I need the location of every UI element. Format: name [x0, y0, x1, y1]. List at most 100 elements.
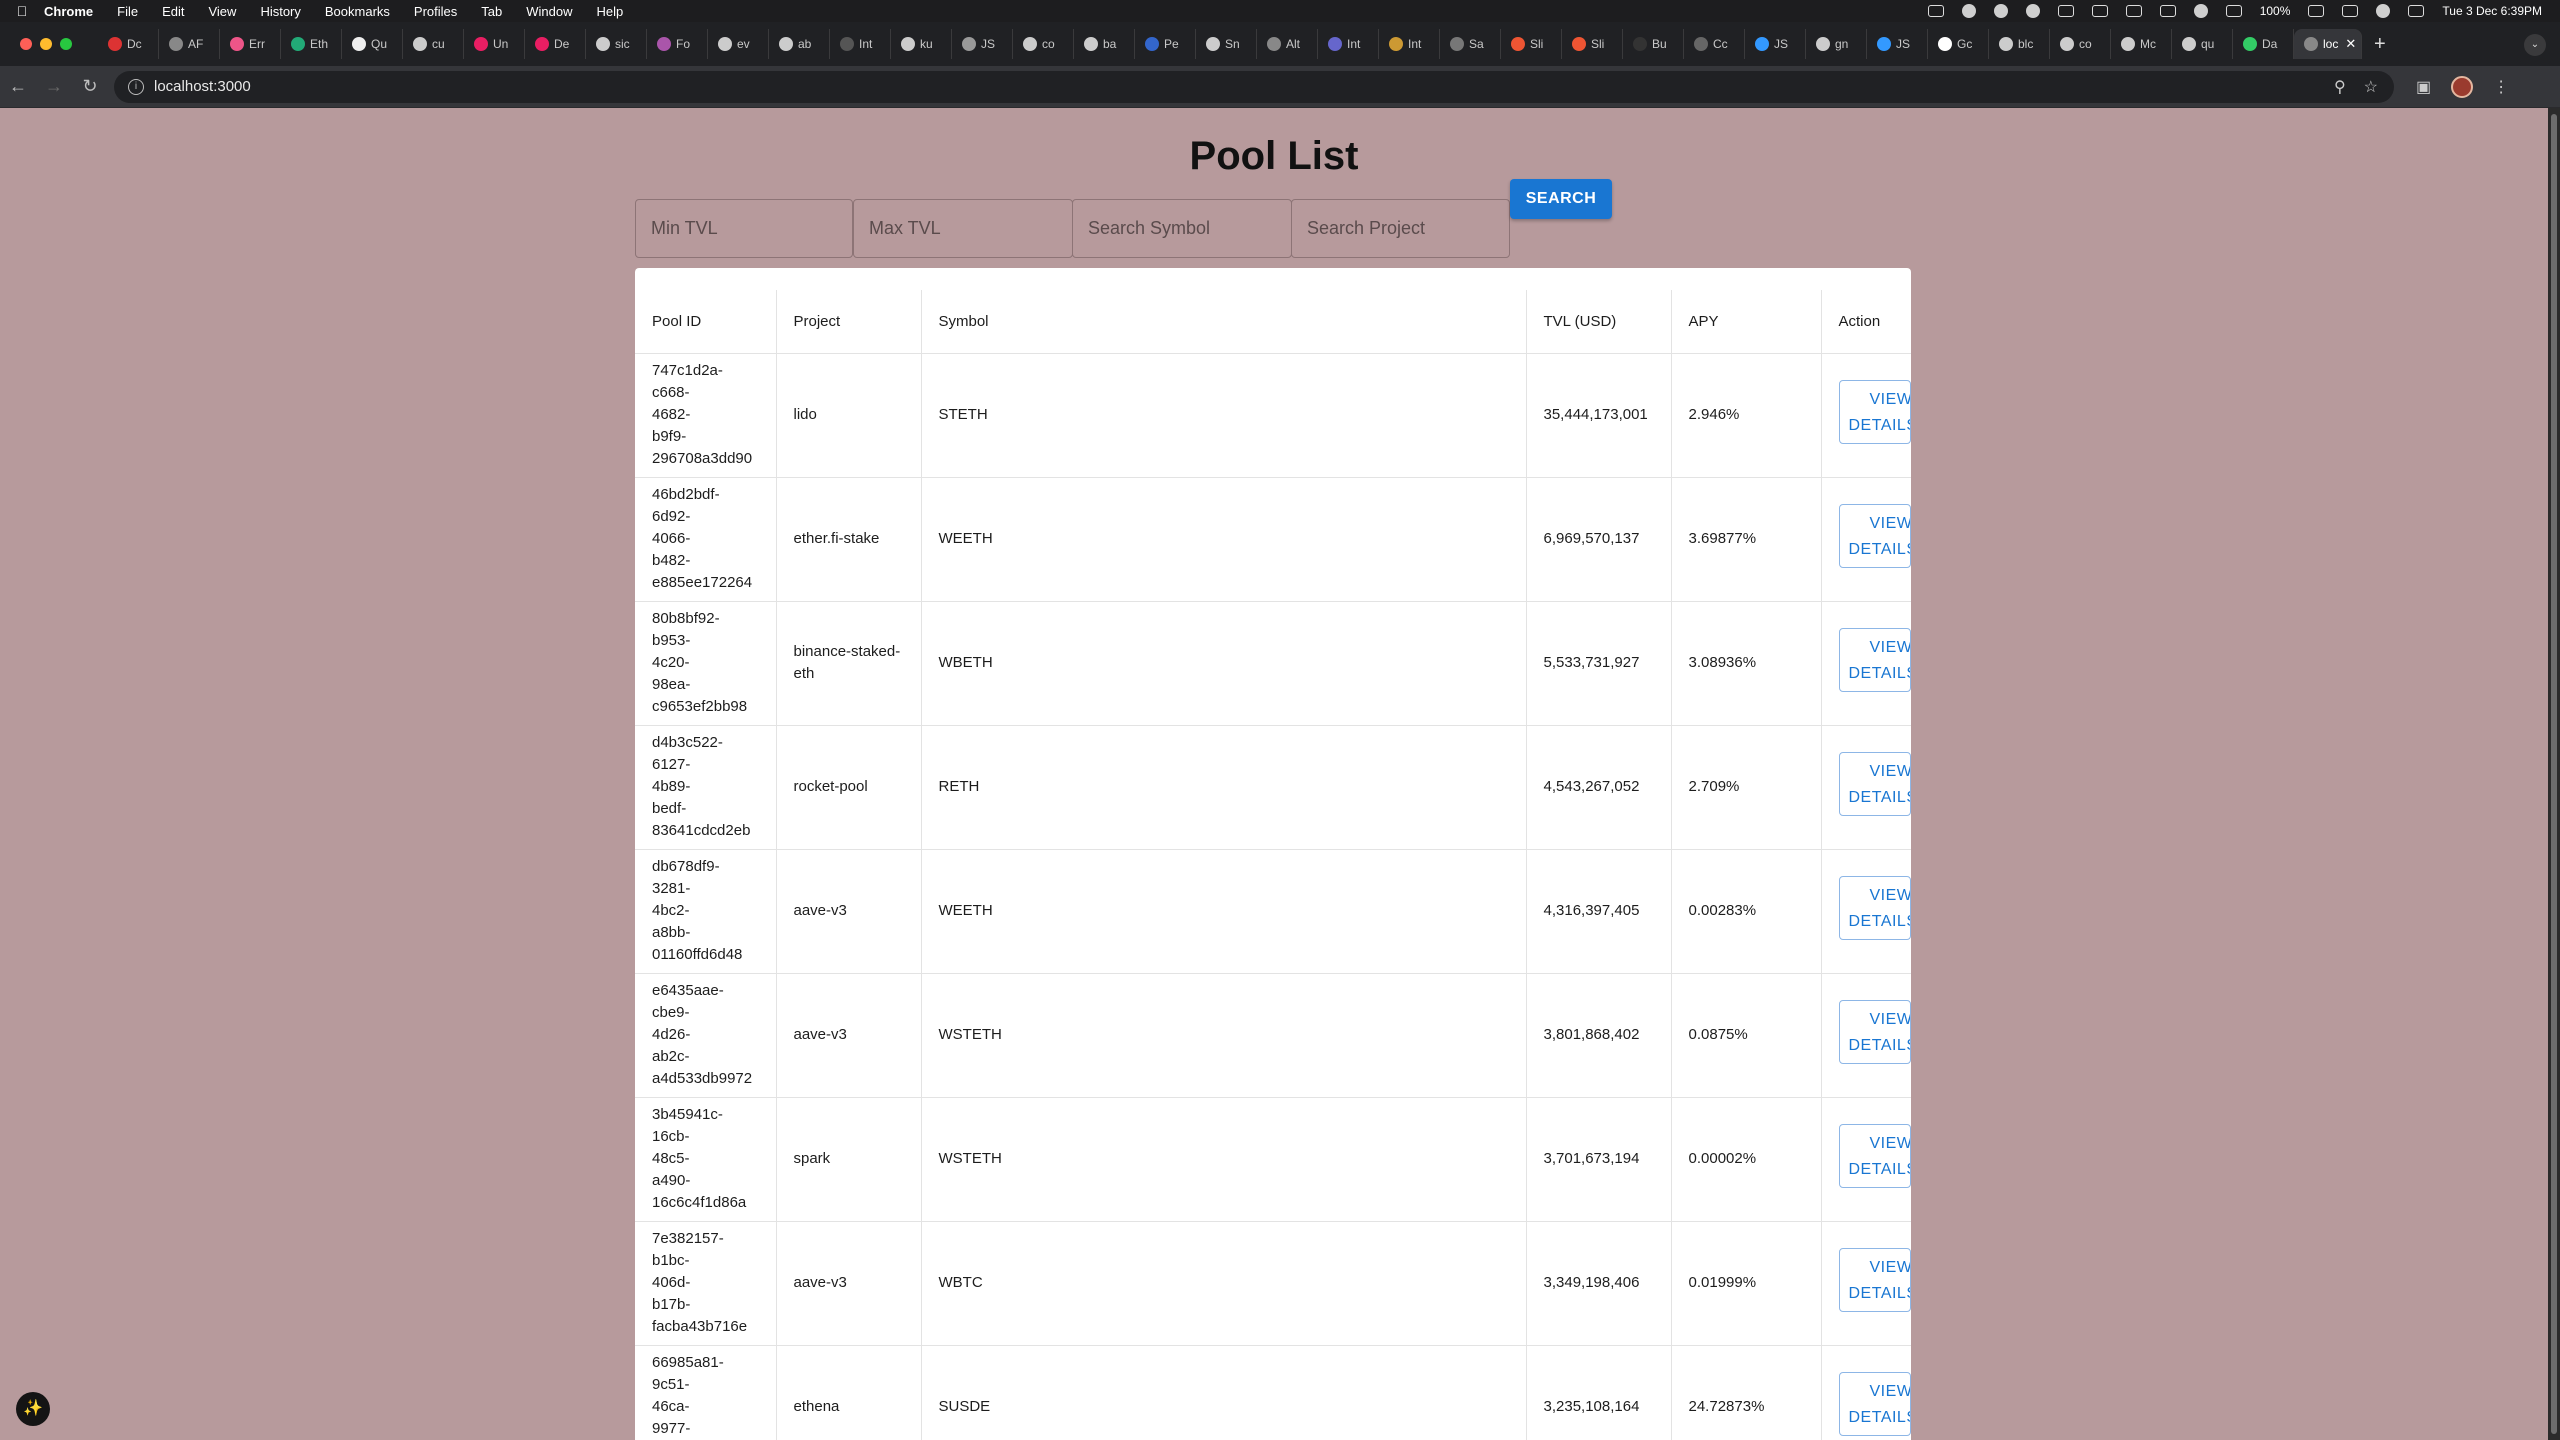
browser-tab[interactable]: ba [1074, 29, 1135, 59]
menubar-clock[interactable]: Tue 3 Dec 6:39PM [2442, 4, 2542, 18]
display-icon[interactable] [2091, 5, 2108, 17]
browser-tab[interactable]: Un [464, 29, 525, 59]
nextjs-dev-indicator-icon[interactable]: ✨ [16, 1392, 50, 1426]
browser-tab[interactable]: sic [586, 29, 647, 59]
browser-tab[interactable]: ab [769, 29, 830, 59]
profile-avatar[interactable] [2451, 75, 2474, 98]
zoom-icon[interactable]: ⚲ [2334, 77, 2346, 97]
browser-tab[interactable]: Int [1379, 29, 1440, 59]
reload-icon[interactable]: ↻ [72, 76, 108, 97]
browser-tab[interactable]: JS [1745, 29, 1806, 59]
browser-tab[interactable]: co [1013, 29, 1074, 59]
max-tvl-field[interactable] [853, 199, 1073, 258]
browser-tab-active[interactable]: loc ✕ [2294, 29, 2362, 59]
extension-icon[interactable] [1961, 4, 1976, 18]
view-details-button[interactable]: VIEW DETAILS [1838, 503, 1911, 568]
bluetooth-icon[interactable] [2125, 5, 2142, 17]
browser-tab[interactable]: Sli [1562, 29, 1623, 59]
min-tvl-input[interactable] [651, 218, 852, 239]
menu-tab[interactable]: Tab [481, 4, 502, 19]
menu-bookmarks[interactable]: Bookmarks [325, 4, 390, 19]
browser-tab[interactable]: Fo [647, 29, 708, 59]
view-details-button[interactable]: VIEW DETAILS [1838, 875, 1911, 940]
tab-search-icon[interactable]: ⌄ [2524, 34, 2546, 56]
browser-tab[interactable]: Pe [1135, 29, 1196, 59]
view-details-button[interactable]: VIEW DETAILS [1838, 379, 1911, 444]
close-tab-icon[interactable]: ✕ [2345, 36, 2356, 52]
search-button[interactable]: SEARCH [1510, 179, 1612, 219]
battery-icon[interactable] [2308, 5, 2325, 17]
clipboard-icon[interactable] [2225, 5, 2242, 17]
menu-view[interactable]: View [208, 4, 236, 19]
browser-tab[interactable]: cu [403, 29, 464, 59]
vpn-icon[interactable] [1993, 4, 2008, 18]
scrollbar-thumb[interactable] [2551, 114, 2557, 1434]
wifi-icon[interactable] [2342, 5, 2359, 17]
volume-icon[interactable] [2057, 5, 2074, 17]
browser-tab[interactable]: Gc [1928, 29, 1989, 59]
forward-arrow-icon[interactable]: → [36, 76, 72, 97]
play-icon[interactable] [2193, 4, 2208, 18]
project-search-input[interactable] [1307, 218, 1509, 239]
chrome-menu-icon[interactable]: ⋮ [2493, 77, 2509, 97]
bookmark-star-icon[interactable]: ☆ [2364, 77, 2378, 97]
min-tvl-field[interactable] [635, 199, 853, 258]
view-details-button[interactable]: VIEW DETAILS [1838, 627, 1911, 692]
browser-tab[interactable]: ev [708, 29, 769, 59]
view-details-button[interactable]: VIEW DETAILS [1838, 1247, 1911, 1312]
browser-tab[interactable]: Dc [98, 29, 159, 59]
browser-tab[interactable]: JS [1867, 29, 1928, 59]
max-tvl-input[interactable] [869, 218, 1072, 239]
control-center-icon[interactable] [2408, 5, 2425, 17]
browser-tab[interactable]: co [2050, 29, 2111, 59]
back-arrow-icon[interactable]: ← [0, 76, 36, 97]
view-details-button[interactable]: VIEW DETAILS [1838, 1123, 1911, 1188]
browser-tab[interactable]: Sa [1440, 29, 1501, 59]
browser-tab[interactable]: Bu [1623, 29, 1684, 59]
browser-tab[interactable]: Qu [342, 29, 403, 59]
new-tab-button[interactable]: + [2374, 33, 2386, 56]
menu-window[interactable]: Window [526, 4, 572, 19]
browser-tab[interactable]: Sli [1501, 29, 1562, 59]
browser-tab[interactable]: qu [2172, 29, 2233, 59]
camera-icon[interactable] [1927, 5, 1944, 17]
browser-tab[interactable]: AF [159, 29, 220, 59]
view-details-button[interactable]: VIEW DETAILS [1838, 1371, 1911, 1436]
browser-tab[interactable]: Int [1318, 29, 1379, 59]
project-search-field[interactable] [1291, 199, 1510, 258]
maximize-window-icon[interactable] [60, 38, 72, 50]
dots-icon[interactable] [2159, 5, 2176, 17]
browser-tab[interactable]: blc [1989, 29, 2050, 59]
symbol-search-field[interactable] [1072, 199, 1292, 258]
browser-tab[interactable]: De [525, 29, 586, 59]
browser-tab[interactable]: Cc [1684, 29, 1745, 59]
page-scrollbar[interactable] [2548, 108, 2560, 1440]
close-window-icon[interactable] [20, 38, 32, 50]
site-info-icon[interactable]: i [128, 78, 144, 95]
menu-edit[interactable]: Edit [162, 4, 184, 19]
apple-logo-icon[interactable]:  [0, 3, 44, 19]
spotlight-icon[interactable] [2376, 4, 2391, 18]
browser-tab[interactable]: Da [2233, 29, 2294, 59]
browser-tab[interactable]: Sn [1196, 29, 1257, 59]
view-details-button[interactable]: VIEW DETAILS [1838, 999, 1911, 1064]
browser-tab[interactable]: Int [830, 29, 891, 59]
address-bar[interactable]: i localhost:3000 ⚲ ☆ [114, 70, 2394, 103]
browser-tab[interactable]: ku [891, 29, 952, 59]
menu-help[interactable]: Help [597, 4, 624, 19]
browser-tab[interactable]: Alt [1257, 29, 1318, 59]
browser-tab[interactable]: Err [220, 29, 281, 59]
browser-tab[interactable]: Mc [2111, 29, 2172, 59]
menu-file[interactable]: File [117, 4, 138, 19]
menu-profiles[interactable]: Profiles [414, 4, 457, 19]
view-details-button[interactable]: VIEW DETAILS [1838, 751, 1911, 816]
dropbox-icon[interactable] [2025, 4, 2040, 18]
browser-tab[interactable]: gn [1806, 29, 1867, 59]
extensions-puzzle-icon[interactable]: ▣ [2416, 77, 2431, 97]
menu-chrome[interactable]: Chrome [44, 4, 93, 19]
browser-tab[interactable]: JS [952, 29, 1013, 59]
menu-history[interactable]: History [260, 4, 300, 19]
symbol-search-input[interactable] [1088, 218, 1291, 239]
browser-tab[interactable]: Eth [281, 29, 342, 59]
minimize-window-icon[interactable] [40, 38, 52, 50]
